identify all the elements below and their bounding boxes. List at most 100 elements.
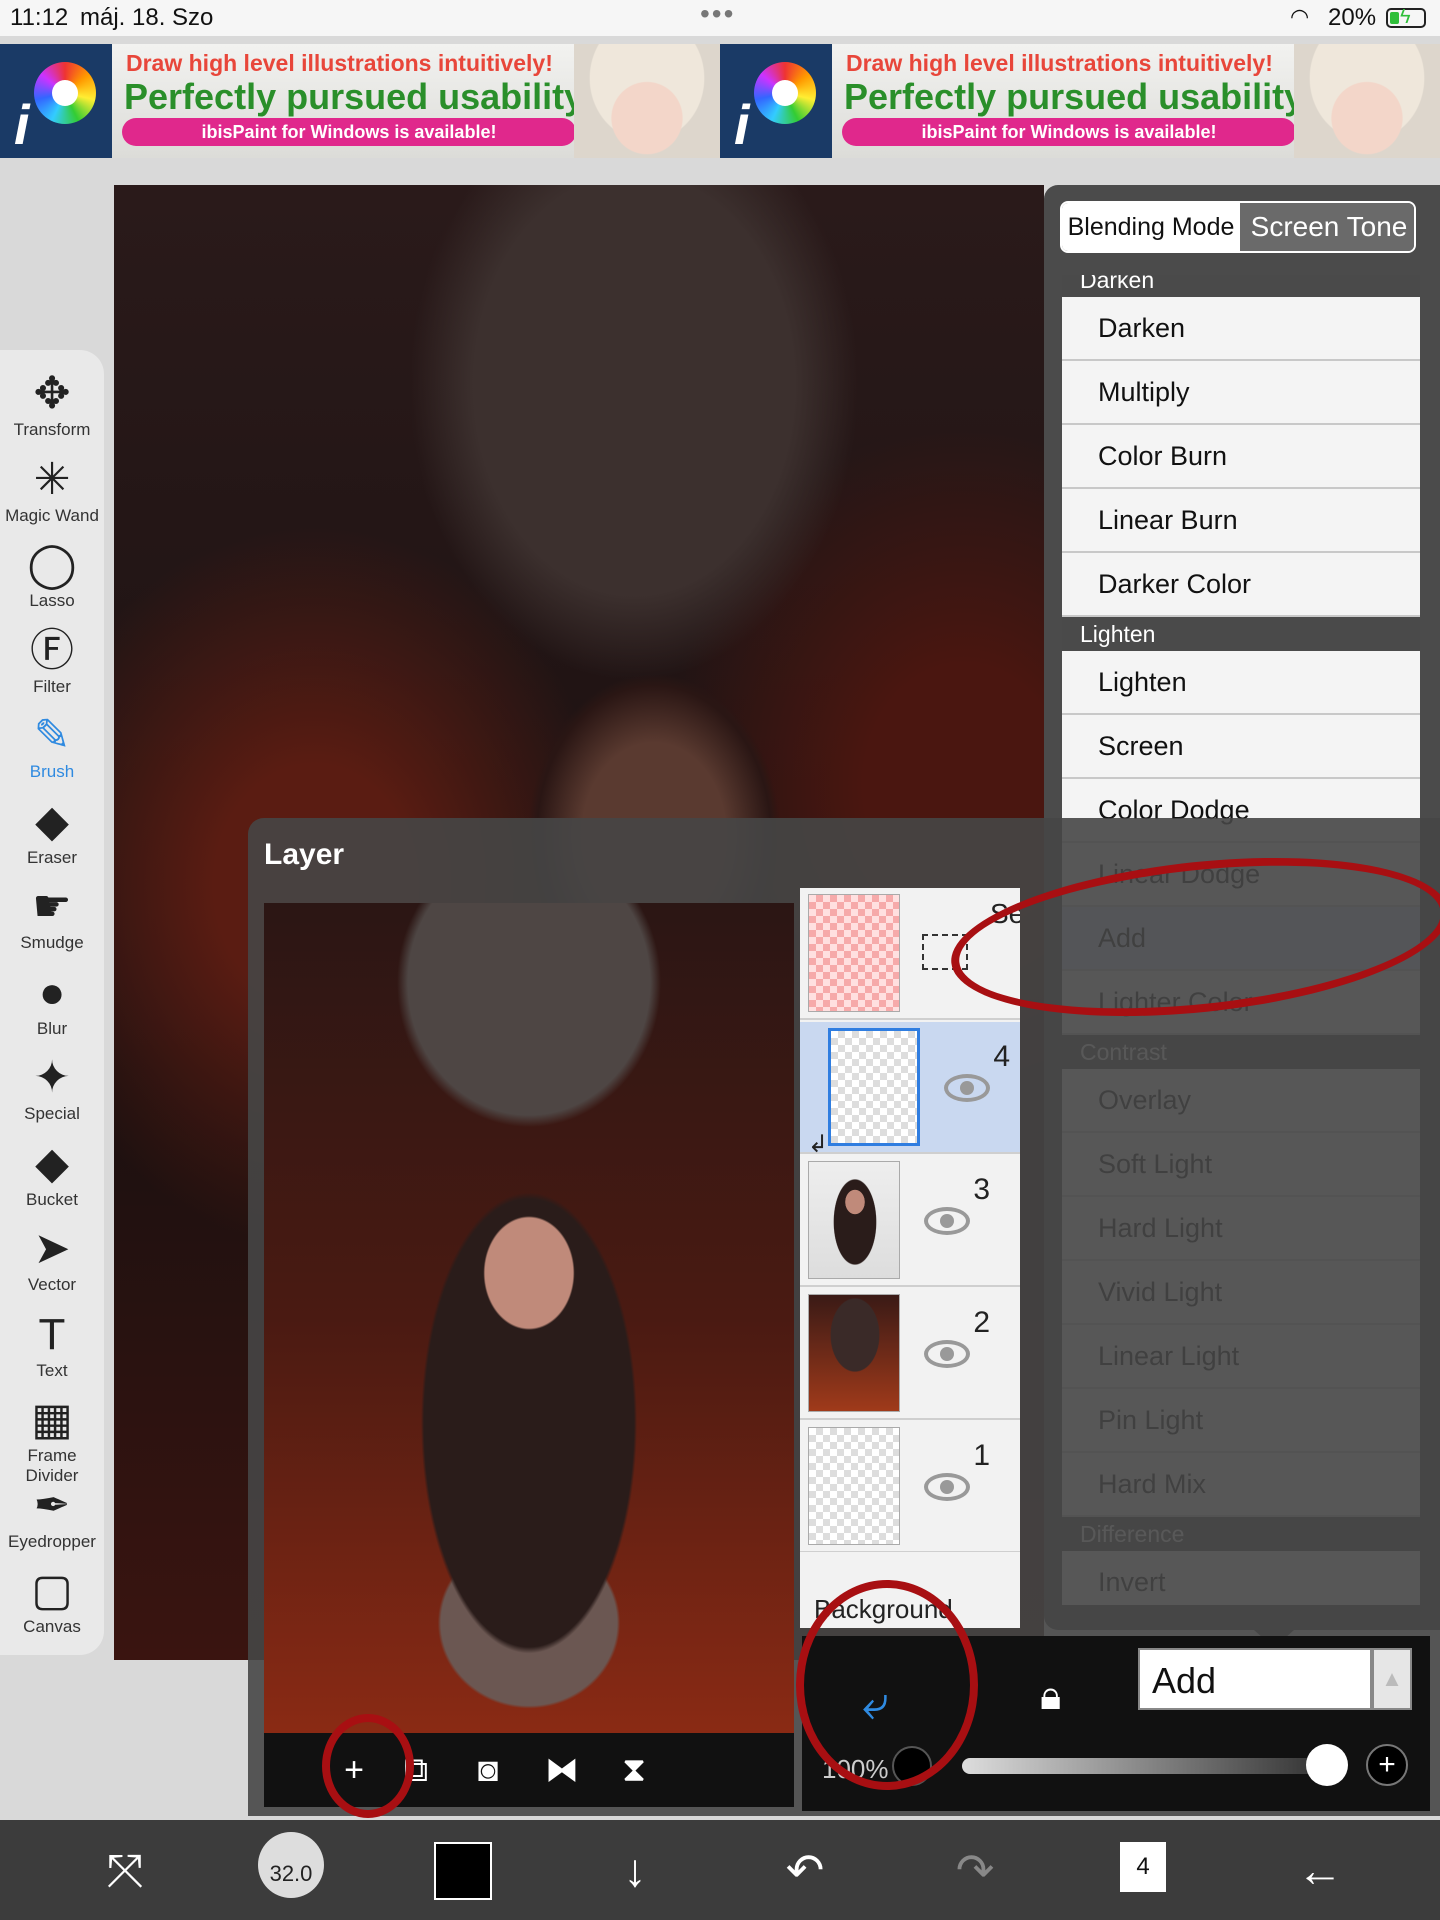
blend-mode-option[interactable]: Multiply [1062, 361, 1420, 425]
camera-icon[interactable]: ◙ [460, 1743, 516, 1797]
tool-bucket[interactable]: ◆ Bucket [0, 1138, 104, 1222]
layer-thumbnail [808, 1161, 900, 1279]
tool-canvas[interactable]: ▢ Canvas [0, 1565, 104, 1649]
tool-brush[interactable]: ✎ Brush [0, 710, 104, 794]
blend-mode-select[interactable]: Add [1138, 1648, 1372, 1710]
frame-divider-icon: ▦ [31, 1395, 73, 1444]
tool-label: Eyedropper [8, 1531, 96, 1551]
layer-panel-title: Layer [264, 838, 345, 871]
color-swatch[interactable] [434, 1842, 492, 1900]
blend-mode-option[interactable]: Darker Color [1062, 553, 1420, 617]
blend-tabs: Blending Mode Screen Tone [1060, 201, 1416, 253]
lasso-icon: ◯ [27, 540, 77, 589]
blend-mode-option[interactable]: Color Burn [1062, 425, 1420, 489]
layer-row[interactable]: 2 [800, 1288, 1020, 1420]
vector-cursor-icon: ➤ [33, 1224, 71, 1273]
ad-unit-right[interactable]: i Draw high level illustrations intuitiv… [720, 44, 1440, 158]
blur-drop-icon: ● [38, 967, 66, 1017]
tool-label: Text [36, 1360, 68, 1380]
ibispaint-logo: i [0, 44, 112, 158]
blend-group-header: Darken [1062, 275, 1420, 297]
ad-unit-left[interactable]: i Draw high level illustrations intuitiv… [0, 44, 720, 158]
tool-label: Lasso [29, 591, 75, 610]
tool-smudge[interactable]: ☛ Smudge [0, 881, 104, 965]
blend-mode-toggle-icon[interactable]: ▲ [1372, 1648, 1412, 1710]
tab-blending-mode[interactable]: Blending Mode [1062, 203, 1240, 251]
flip-vertical-icon[interactable]: ⧗ [606, 1743, 662, 1797]
multitasking-dots-icon[interactable]: ••• [700, 0, 735, 30]
canvas-icon: ▢ [31, 1566, 73, 1615]
layer-row[interactable]: 4 ↲ [800, 1022, 1020, 1158]
tool-lasso[interactable]: ◯ Lasso [0, 539, 104, 623]
tool-filter[interactable]: Ⓕ Filter [0, 625, 104, 709]
annotation-circle-add-layer [322, 1714, 414, 1818]
opacity-increase-button[interactable]: + [1366, 1744, 1408, 1786]
tool-label: Transform [13, 420, 91, 439]
brush-icon: ✎ [33, 711, 71, 760]
flip-horizontal-icon[interactable]: ⧓ [534, 1743, 590, 1797]
ibispaint-logo: i [720, 44, 832, 158]
bottom-app-bar: ⤧ 32.0 ↓ ↶ ↷ 4 ← [0, 1820, 1440, 1920]
blend-group-header: Lighten [1062, 617, 1420, 651]
smudge-icon: ☛ [32, 882, 72, 931]
status-bar: 11:12 máj. 18. Szo ••• ◠ 20% ϟ [0, 0, 1440, 36]
tool-magic-wand[interactable]: ✳ Magic Wand [0, 454, 104, 538]
tool-switch-icon[interactable]: ⤧ [90, 1836, 160, 1904]
tool-transform[interactable]: ✥ Transform [0, 368, 104, 452]
tab-screen-tone[interactable]: Screen Tone [1240, 203, 1414, 251]
ad-character-image [574, 44, 720, 158]
bucket-icon: ◆ [35, 1138, 69, 1188]
special-icon: ✦ [33, 1053, 71, 1102]
visibility-eye-icon[interactable] [924, 1473, 970, 1501]
layer-row[interactable]: 3 [800, 1155, 1020, 1287]
battery-icon: ϟ [1386, 6, 1426, 28]
layer-thumbnail [828, 1028, 920, 1146]
ad-tagline: Perfectly pursued usability! [124, 76, 597, 117]
opacity-slider-knob[interactable] [1306, 1744, 1348, 1786]
blend-mode-option[interactable]: Linear Burn [1062, 489, 1420, 553]
status-time: 11:12 [10, 4, 69, 31]
tool-vector[interactable]: ➤ Vector [0, 1223, 104, 1307]
visibility-eye-icon[interactable] [924, 1207, 970, 1235]
text-icon: T [38, 1309, 66, 1359]
tool-label: Filter [33, 676, 71, 696]
layer-thumbnail [808, 1427, 900, 1545]
redo-icon[interactable]: ↷ [940, 1836, 1010, 1904]
tool-text[interactable]: T Text [0, 1309, 104, 1393]
tool-frame-divider[interactable]: ▦ Frame Divider [0, 1394, 104, 1485]
tool-label: Blur [36, 1018, 68, 1038]
visibility-eye-icon[interactable] [944, 1074, 990, 1102]
eyedropper-icon: ✒ [33, 1480, 71, 1530]
annotation-circle-clipping [796, 1580, 978, 1790]
tool-special[interactable]: ✦ Special [0, 1052, 104, 1136]
alpha-lock-icon[interactable]: 🔒︎ [1040, 1674, 1061, 1719]
back-arrow-icon[interactable]: ← [1280, 1836, 1360, 1904]
tool-label: Special [24, 1104, 80, 1123]
ad-headline: Draw high level illustrations intuitivel… [846, 50, 1273, 76]
visibility-eye-icon[interactable] [924, 1340, 970, 1368]
layer-row[interactable]: 1 [800, 1421, 1020, 1553]
tool-eraser[interactable]: ◆ Eraser [0, 796, 104, 880]
selection-layer-thumbnail [808, 894, 900, 1012]
ad-cta: ibisPaint for Windows is available! [842, 118, 1296, 146]
blend-mode-option[interactable]: Darken [1062, 297, 1420, 361]
opacity-slider[interactable] [962, 1758, 1322, 1774]
down-arrow-icon[interactable]: ↓ [600, 1836, 670, 1904]
blend-mode-option[interactable]: Lighten [1062, 651, 1420, 715]
tool-sidebar: ✥ Transform ✳ Magic Wand ◯ Lasso Ⓕ Filter ✎ Brush… [0, 350, 104, 1655]
blend-mode-value: Add [1152, 1660, 1217, 1701]
layers-button[interactable]: 4 [1120, 1842, 1166, 1892]
layer-list[interactable]: Selec 4↲321 Background [800, 888, 1020, 1628]
blend-mode-option[interactable]: Screen [1062, 715, 1420, 779]
tool-label: Eraser [26, 847, 78, 867]
eraser-icon: ◆ [35, 796, 69, 846]
tool-blur[interactable]: ● Blur [0, 967, 104, 1051]
tool-label: Canvas [23, 1617, 81, 1636]
layer-number: 4 [993, 1040, 1010, 1073]
ad-banner[interactable]: i Draw high level illustrations intuitiv… [0, 44, 1440, 158]
tool-eyedropper[interactable]: ✒ Eyedropper [0, 1480, 104, 1564]
undo-icon[interactable]: ↶ [770, 1836, 840, 1904]
wifi-icon: ◠ [1290, 4, 1310, 29]
brush-size-indicator[interactable]: 32.0 [258, 1832, 324, 1898]
battery-percentage: 20% [1328, 4, 1377, 31]
